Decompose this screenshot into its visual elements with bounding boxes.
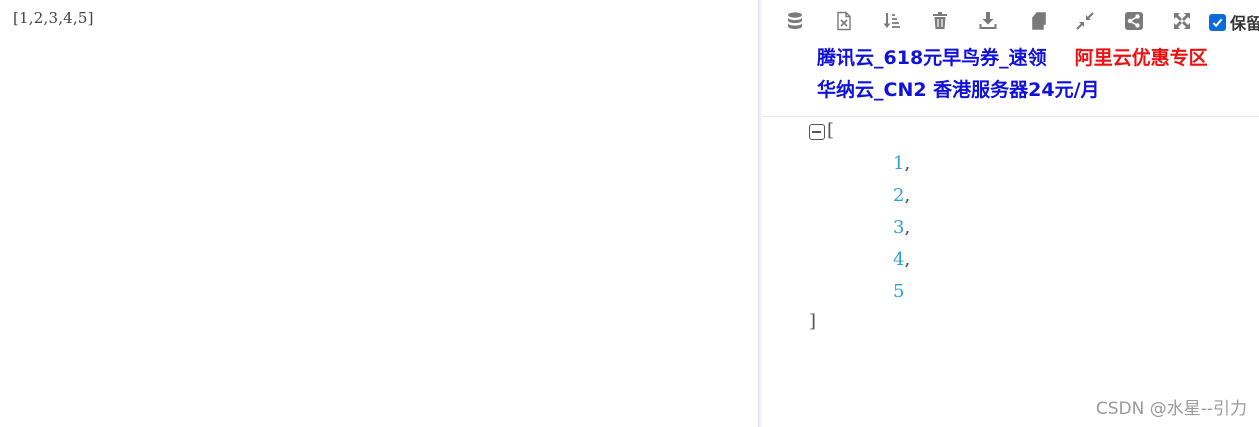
array-item-separator: , (904, 185, 911, 206)
array-item-value: 5 (893, 281, 905, 302)
copy-icon[interactable] (1024, 8, 1050, 34)
array-item: 5 (893, 281, 904, 302)
keep-checkbox[interactable] (1209, 13, 1226, 31)
ad-link-hncloud[interactable]: 华纳云_CN2 香港服务器24元/月 (817, 75, 1100, 102)
ad-row-2: 华纳云_CN2 香港服务器24元/月 (817, 72, 1257, 104)
ad-link-aliyun[interactable]: 阿里云优惠专区 (1075, 43, 1208, 70)
collapse-toggle-icon[interactable] (809, 124, 825, 140)
raw-json-pane: [1,2,3,4,5] (0, 0, 760, 427)
expand-icon[interactable] (1169, 8, 1195, 34)
viewer-toolbar: 保留 (763, 8, 1259, 36)
array-item-separator: , (904, 249, 911, 270)
sort-icon[interactable] (879, 8, 905, 34)
compress-icon[interactable] (1072, 8, 1098, 34)
raw-json-text: [1,2,3,4,5] (13, 9, 94, 27)
download-icon[interactable] (975, 8, 1001, 34)
ad-links: 腾讯云_618元早鸟券_速领 阿里云优惠专区 华纳云_CN2 香港服务器24元/… (817, 40, 1257, 104)
array-item: 3, (893, 217, 910, 238)
array-item: 4, (893, 249, 910, 270)
ad-row-1: 腾讯云_618元早鸟券_速领 阿里云优惠专区 (817, 40, 1257, 72)
ad-link-tencent-cloud[interactable]: 腾讯云_618元早鸟券_速领 (817, 43, 1047, 70)
csdn-watermark: CSDN @水星--引力 (1095, 399, 1247, 419)
array-item-separator: , (904, 153, 911, 174)
array-item: 2, (893, 185, 910, 206)
array-item-value: 4 (893, 249, 905, 270)
keep-label: 保留 (1230, 14, 1259, 33)
array-close-bracket: ] (809, 311, 817, 332)
array-open-bracket: [ (827, 120, 835, 141)
json-tree-view: [ 1, 2, 3, 4, 5 ] (763, 117, 1259, 427)
database-icon[interactable] (782, 8, 808, 34)
share-icon[interactable] (1121, 8, 1147, 34)
json-viewer-pane: 保留 腾讯云_618元早鸟券_速领 阿里云优惠专区 华纳云_CN2 香港服务器2… (763, 0, 1259, 427)
array-item-value: 3 (893, 217, 905, 238)
excel-export-icon[interactable] (831, 8, 857, 34)
array-item-separator: , (904, 217, 911, 238)
array-item-value: 1 (893, 153, 905, 174)
array-item-value: 2 (893, 185, 905, 206)
trash-icon[interactable] (927, 8, 953, 34)
array-item: 1, (893, 153, 910, 174)
keep-option[interactable]: 保留 (1209, 11, 1259, 33)
